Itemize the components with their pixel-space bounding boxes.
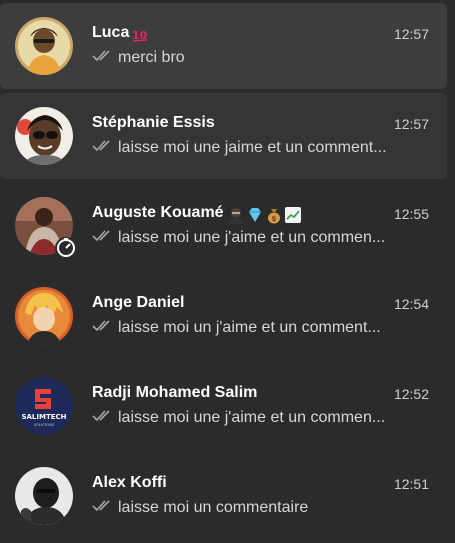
chat-list: Luca100 12:57 merci bro Stéphanie Essis … bbox=[0, 0, 455, 543]
ninja-icon bbox=[228, 207, 243, 224]
chat-name: Auguste Kouamé bbox=[92, 204, 224, 221]
chat-name: Radji Mohamed Salim bbox=[92, 384, 258, 401]
chat-time: 12:52 bbox=[393, 386, 429, 402]
avatar bbox=[15, 287, 73, 345]
avatar bbox=[15, 467, 73, 525]
chat-preview: laisse moi un commentaire bbox=[118, 499, 309, 516]
gem-icon bbox=[248, 207, 261, 222]
avatar bbox=[15, 107, 73, 165]
chat-item-luca[interactable]: Luca100 12:57 merci bro bbox=[0, 3, 447, 89]
chat-item-alex-koffi[interactable]: Alex Koffi 12:51 laisse moi un commentai… bbox=[0, 453, 447, 539]
chat-preview: laisse moi une j'aime et un commen... bbox=[118, 229, 386, 246]
chat-time: 12:54 bbox=[393, 296, 429, 312]
status-timer-icon bbox=[55, 237, 77, 259]
chat-time: 12:51 bbox=[393, 476, 429, 492]
chat-time: 12:57 bbox=[393, 116, 429, 132]
chat-name: Alex Koffi bbox=[92, 474, 167, 491]
double-check-icon bbox=[92, 139, 114, 153]
chat-time: 12:55 bbox=[393, 206, 429, 222]
chat-name: Ange Daniel bbox=[92, 294, 185, 311]
double-check-icon bbox=[92, 49, 114, 63]
avatar: SALIMTECH SOLUTIONS bbox=[15, 377, 73, 435]
chat-item-auguste-kouame[interactable]: Auguste Kouamé $ 12:55 laisse moi une j'a… bbox=[0, 183, 447, 269]
chart-increasing-icon bbox=[284, 206, 301, 223]
avatar bbox=[15, 17, 73, 75]
money-bag-icon: $ bbox=[267, 208, 280, 224]
chat-time: 12:57 bbox=[393, 26, 429, 42]
avatar-logo-subtext: SOLUTIONS bbox=[34, 423, 55, 427]
chat-preview: laisse moi un j'aime et un comment... bbox=[118, 319, 381, 336]
chat-preview: laisse moi une j'aime et un commen... bbox=[118, 409, 386, 426]
chat-preview: laisse moi une jaime et un comment... bbox=[118, 139, 387, 156]
chat-item-ange-daniel[interactable]: Ange Daniel 12:54 laisse moi un j'aime e… bbox=[0, 273, 447, 359]
chat-item-stephanie-essis[interactable]: Stéphanie Essis 12:57 laisse moi une jai… bbox=[0, 93, 447, 179]
hundred-points-icon: 100 bbox=[132, 26, 149, 44]
chat-name: Luca bbox=[92, 24, 130, 41]
chat-preview: merci bro bbox=[118, 49, 185, 66]
double-check-icon bbox=[92, 229, 114, 243]
svg-text:$: $ bbox=[271, 215, 276, 223]
double-check-icon bbox=[92, 409, 114, 423]
double-check-icon bbox=[92, 319, 114, 333]
chat-name: Stéphanie Essis bbox=[92, 114, 215, 131]
double-check-icon bbox=[92, 499, 114, 513]
avatar-logo-text: SALIMTECH bbox=[21, 413, 66, 421]
salimtech-logo-icon bbox=[35, 389, 51, 409]
chat-item-radji-mohamed-salim[interactable]: SALIMTECH SOLUTIONS Radji Mohamed Salim … bbox=[0, 363, 447, 449]
